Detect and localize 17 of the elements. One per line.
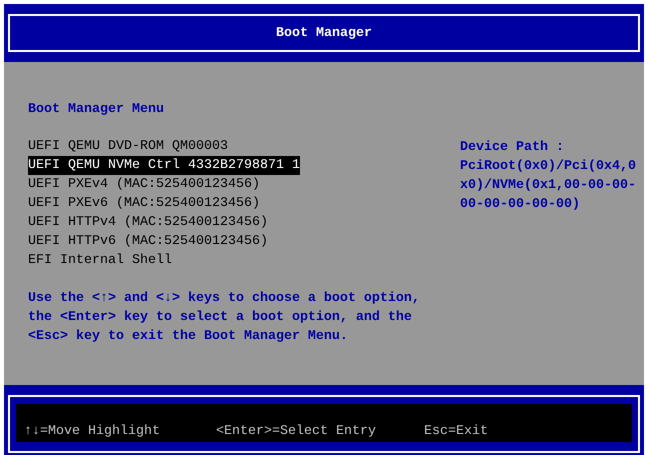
device-path-value: PciRoot(0x0)/Pci(0x4,0x0)/NVMe(0x1,00-00-00-00-00-00-00-00) — [460, 158, 637, 214]
menu-heading: Boot Manager Menu — [28, 101, 164, 119]
boot-option[interactable]: UEFI PXEv6 (MAC:525400123456) — [28, 194, 260, 213]
key-hint: ↑↓=Move Highlight — [24, 423, 161, 441]
help-text: <Esc> key to exit the Boot Manager Menu. — [28, 328, 348, 346]
help-text: the <Enter> key to select a boot option, and the — [28, 309, 412, 327]
boot-option[interactable]: UEFI QEMU NVMe Ctrl 4332B2798871 1 — [28, 156, 300, 175]
boot-option[interactable]: UEFI HTTPv4 (MAC:525400123456) — [28, 213, 268, 232]
window-title: Boot Manager — [276, 24, 372, 42]
help-text: Use the <↑> and <↓> keys to choose a boot option, — [28, 290, 420, 308]
boot-option[interactable]: UEFI HTTPv6 (MAC:525400123456) — [28, 232, 268, 251]
boot-option[interactable]: EFI Internal Shell — [28, 251, 172, 270]
key-hint: Esc=Exit — [424, 423, 489, 441]
boot-option[interactable]: UEFI PXEv4 (MAC:525400123456) — [28, 175, 260, 194]
device-path-label: Device Path : — [460, 139, 564, 157]
boot-option[interactable]: UEFI QEMU DVD-ROM QM00003 — [28, 137, 228, 156]
key-hint: <Enter>=Select Entry — [216, 423, 377, 441]
